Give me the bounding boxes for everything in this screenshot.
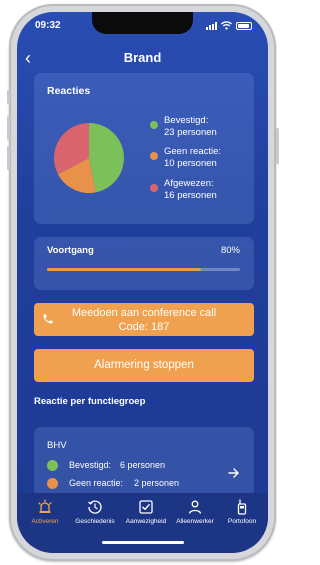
voortgang-percent: 80% (220, 245, 240, 256)
conference-call-line1: Meedoen aan conference call (71, 307, 217, 319)
alarm-stop-button[interactable]: Alarmering stoppen (34, 349, 254, 382)
tab-label-alleenwerker: Alleenwerker (176, 518, 214, 525)
app-screen: 09:32 ‹ Brand Reacties Bevestigd: 23 per… (17, 12, 268, 553)
voortgang-card: Voortgang 80% (34, 237, 254, 290)
navigation-bar: ‹ Brand (17, 48, 268, 68)
legend-count-afgewezen: 16 personen (164, 190, 217, 201)
arrow-right-icon[interactable] (228, 468, 240, 478)
page-title: Brand (123, 50, 162, 65)
tab-label-portofoon: Portofoon (227, 518, 257, 525)
group-label-geen-reactie: Geen reactie: (69, 478, 124, 488)
legend-label-bevestigd: Bevestigd: (164, 115, 209, 126)
group-count-bevestigd: 6 personen (120, 460, 166, 470)
alarm-light-icon (38, 499, 52, 513)
mute-switch (7, 90, 10, 104)
power-button (276, 128, 279, 164)
group-name: BHV (47, 440, 67, 451)
wifi-icon (221, 21, 232, 30)
progress-track (47, 268, 240, 271)
conference-call-code: Code: 187 (118, 321, 170, 333)
tab-geschiedenis[interactable]: Geschiedenis (71, 499, 119, 525)
volume-down-button (7, 146, 10, 170)
legend-dot-bevestigd (150, 121, 158, 129)
tab-label-aanwezigheid: Aanwezigheid (125, 518, 167, 525)
tab-bar: Activeren Geschiedenis Aanwezigheid Alle… (17, 493, 268, 553)
status-icons (206, 21, 252, 30)
group-row-bevestigd: Bevestigd: 6 personen (47, 459, 217, 472)
history-icon (88, 500, 102, 514)
reacties-title: Reacties (47, 85, 91, 97)
volume-up-button (7, 116, 10, 140)
legend-count-bevestigd: 23 personen (164, 127, 217, 138)
legend-dot-afgewezen (150, 184, 158, 192)
legend-label-geen-reactie: Geen reactie: (164, 146, 222, 157)
tab-portofoon[interactable]: Portofoon (221, 499, 263, 525)
tab-label-geschiedenis: Geschiedenis (75, 518, 115, 525)
pie-slice-bevestigd (89, 123, 125, 193)
tab-activeren[interactable]: Activeren (23, 499, 67, 525)
group-dot-bevestigd (47, 460, 58, 471)
phone-icon (43, 314, 53, 324)
voortgang-title: Voortgang (47, 245, 94, 256)
alarm-stop-label: Alarmering stoppen (94, 359, 194, 371)
group-count-geen-reactie: 2 personen (134, 478, 180, 488)
tab-label-activeren: Activeren (31, 518, 59, 525)
group-label-bevestigd: Bevestigd: (69, 460, 112, 470)
functiegroep-section-title: Reactie per functiegroep (34, 396, 146, 407)
reacties-pie-chart (54, 123, 125, 193)
progress-fill (47, 268, 202, 271)
walkie-talkie-icon (237, 499, 247, 515)
status-bar: 09:32 (17, 20, 268, 34)
legend-label-afgewezen: Afgewezen: (164, 178, 214, 189)
reacties-card: Reacties Bevestigd: 23 personen Geen rea… (34, 73, 254, 224)
group-dot-geen-reactie (47, 478, 58, 489)
tab-aanwezigheid[interactable]: Aanwezigheid (121, 499, 171, 525)
tab-alleenwerker[interactable]: Alleenwerker (172, 499, 218, 525)
checkbox-icon (139, 500, 153, 514)
battery-icon (236, 21, 252, 30)
legend-dot-geen-reactie (150, 152, 158, 160)
person-icon (188, 500, 202, 514)
conference-call-button[interactable]: Meedoen aan conference call Code: 187 (34, 303, 254, 336)
legend-count-geen-reactie: 10 personen (164, 158, 217, 169)
group-row-geen-reactie: Geen reactie: 2 personen (47, 477, 217, 490)
signal-icon (206, 21, 217, 30)
status-time: 09:32 (35, 20, 61, 31)
home-indicator (102, 541, 184, 544)
